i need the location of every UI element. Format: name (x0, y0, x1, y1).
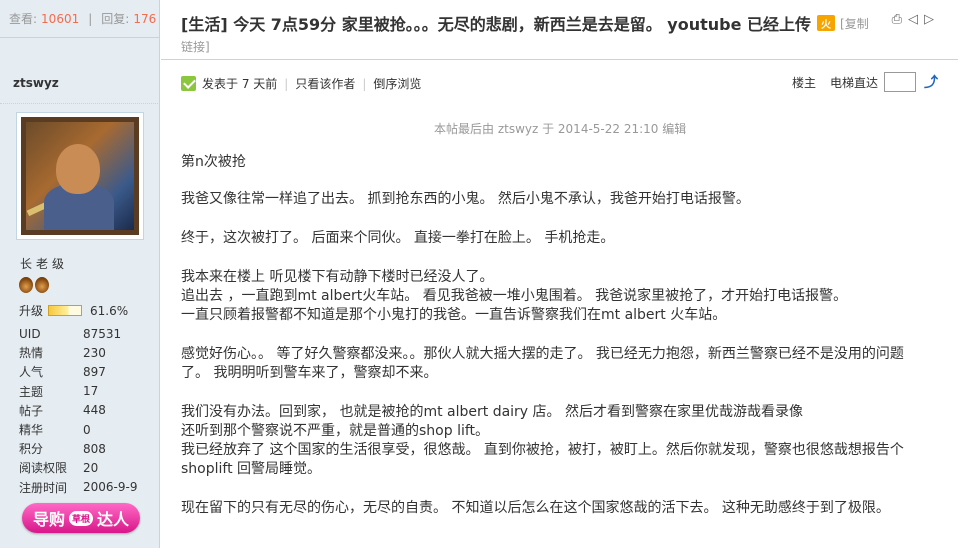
post-line: 我已经放弃了 这个国家的生活很享受，很悠哉。 直到你被抢，被打，被盯上。然后你就… (181, 442, 904, 458)
profile-value[interactable]: 897 (83, 365, 106, 379)
profile-value[interactable]: 20 (83, 461, 98, 475)
next-thread-icon[interactable]: ▷ (924, 12, 934, 27)
replies-count: 176 (133, 11, 157, 26)
post-paragraph: 我们没有办法。回到家， 也就是被抢的mt albert dairy 店。 然后才… (181, 403, 921, 479)
post-line: 感觉好伤心。。 等了好久警察都没来。。那伙人就大摇大摆的走了。 我已经无力抱怨，… (181, 346, 904, 362)
post-line: 一直只顾着报警都不知道是那个小鬼打的我爸。一直告诉警察我们在mt albert … (181, 307, 727, 323)
meta-divider: | (284, 76, 289, 91)
views-label: 查看: (9, 12, 38, 26)
author-sidebar: 查看: 10601 | 回复: 176 ztswyz 长老级 升级 61.6% … (0, 0, 160, 548)
profile-key: 积分 (19, 442, 44, 457)
post-paragraph: 感觉好伤心。。 等了好久警察都没来。。那伙人就大摇大摆的走了。 我已经无力抱怨，… (181, 345, 921, 383)
profile-row: UID 87531 (19, 324, 149, 343)
replies-label: 回复: (101, 12, 130, 26)
profile-row: 主题 17 (19, 382, 149, 401)
profile-value[interactable]: 230 (83, 346, 106, 360)
profile-key: 热情 (19, 346, 44, 361)
post-main: [生活] 今天 7点59分 家里被抢。。。无尽的悲剧，新西兰是去是留。 yout… (161, 0, 958, 548)
copy-link-label[interactable]: 链接] (181, 38, 210, 55)
profile-value[interactable]: 17 (83, 384, 98, 398)
thread-stats: 查看: 10601 | 回复: 176 (0, 0, 159, 38)
reverse-order-link[interactable]: 倒序浏览 (373, 75, 421, 92)
views-count: 10601 (41, 11, 80, 26)
post-line: 还听到那个警察说不严重，就是普通的shop lift。 (181, 423, 490, 439)
badge-left-text: 导购 (32, 510, 65, 529)
jump-label: 电梯直达 (829, 75, 878, 90)
post-line: 我本来在楼上 听见楼下有动静下楼时已经没人了。 (181, 269, 494, 285)
thread-nav: ⎙ ◁ ▷ (892, 12, 934, 27)
shopping-expert-badge[interactable]: 导购 草根 达人 (22, 503, 140, 533)
profile-row: 热情 230 (19, 343, 149, 362)
profile-row: 注册时间 2006-9-9 (19, 478, 149, 497)
post-paragraph: 我本来在楼上 听见楼下有动静下楼时已经没人了。 追出去 ，一直跑到mt albe… (181, 268, 921, 325)
profile-row: 精华 0 (19, 420, 149, 439)
profile-value[interactable]: 87531 (83, 327, 121, 341)
avatar[interactable] (16, 112, 144, 240)
rank-medal-icon (35, 277, 49, 293)
profile-value[interactable]: 448 (83, 403, 106, 417)
upgrade-progress-bar (48, 305, 83, 316)
avatar-image (21, 117, 139, 235)
floor-jump-input[interactable] (884, 72, 916, 92)
profile-key: 帖子 (19, 403, 44, 418)
profile-key: 人气 (19, 365, 44, 380)
profile-row: 阅读权限 20 (19, 458, 149, 477)
profile-row: 帖子 448 (19, 401, 149, 420)
edit-note: 本帖最后由 ztswyz 于 2014-5-22 21:10 编辑 (434, 122, 687, 136)
profile-stats: UID 87531 热情 230 人气 897 主题 17 帖子 448 精华 0 积分 808 阅读权限 2… (19, 324, 149, 497)
post-paragraph: 现在留下的只有无尽的伤心，无尽的自责。 不知道以后怎么在这个国家悠哉的活下去。 … (181, 500, 890, 516)
profile-key: UID (19, 326, 41, 341)
posted-time: 发表于 7 天前 (202, 77, 278, 91)
badge-mid-text: 草根 (68, 510, 93, 526)
thread-title: [生活] 今天 7点59分 家里被抢。。。无尽的悲剧，新西兰是去是留。 yout… (181, 15, 812, 34)
post-line: shoplift 回警局睡觉。 (181, 461, 322, 477)
post-line: 了。 我明明听到警车来了，警察却不来。 (181, 365, 438, 381)
profile-value[interactable]: 0 (83, 423, 91, 437)
post-paragraph: 我爸又像往常一样追了出去。 抓到抢东西的小鬼。 然后小鬼不承认，我爸开始打电话报… (181, 191, 750, 207)
post-meta: 发表于 7 天前 | 只看该作者 | 倒序浏览 (181, 75, 421, 92)
rank-medal-icon (19, 277, 33, 293)
badge-right-text: 达人 (97, 510, 130, 529)
profile-key: 主题 (19, 384, 44, 399)
profile-row: 积分 808 (19, 439, 149, 458)
hot-thread-icon: 火 (817, 15, 836, 31)
copy-link-button[interactable]: [复制 (840, 15, 869, 32)
post-line: 我们没有办法。回到家， 也就是被抢的mt albert dairy 店。 然后才… (181, 404, 803, 420)
meta-divider: | (362, 76, 367, 91)
upgrade-progress: 升级 61.6% (19, 302, 128, 319)
user-rank: 长老级 (20, 257, 69, 271)
only-author-link[interactable]: 只看该作者 (295, 75, 355, 92)
floor-controls: 楼主 电梯直达 ⤴ (792, 72, 938, 92)
header-divider (161, 59, 958, 60)
profile-key: 精华 (19, 423, 44, 438)
online-status-icon (181, 76, 196, 91)
profile-value[interactable]: 808 (83, 442, 106, 456)
post-paragraph: 第n次被抢 (181, 154, 246, 170)
thread-title-row: [生活] 今天 7点59分 家里被抢。。。无尽的悲剧，新西兰是去是留。 yout… (181, 11, 869, 35)
post-line: 追出去 ，一直跑到mt albert火车站。 看见我爸被一堆小鬼围着。 我爸说家… (181, 288, 848, 304)
author-name[interactable]: ztswyz (13, 76, 59, 90)
profile-row: 人气 897 (19, 362, 149, 381)
profile-value[interactable]: 2006-9-9 (83, 480, 137, 494)
stats-divider: | (88, 11, 93, 26)
post-paragraph: 终于，这次被打了。 后面来个同伙。 直接一拳打在脸上。 手机抢走。 (181, 230, 615, 246)
print-icon[interactable]: ⎙ (892, 12, 902, 27)
floor-label: 楼主 (791, 75, 816, 90)
jump-go-icon[interactable]: ⤴ (924, 72, 938, 92)
post-content: 第n次被抢 我爸又像往常一样追了出去。 抓到抢东西的小鬼。 然后小鬼不承认，我爸… (181, 153, 921, 538)
rank-star-icons (19, 277, 49, 293)
upgrade-label: 升级 (19, 304, 44, 318)
profile-key: 注册时间 (19, 480, 68, 495)
upgrade-percent: 61.6% (90, 303, 129, 318)
profile-key: 阅读权限 (19, 461, 68, 476)
prev-thread-icon[interactable]: ◁ (908, 12, 918, 27)
author-divider (0, 103, 160, 104)
